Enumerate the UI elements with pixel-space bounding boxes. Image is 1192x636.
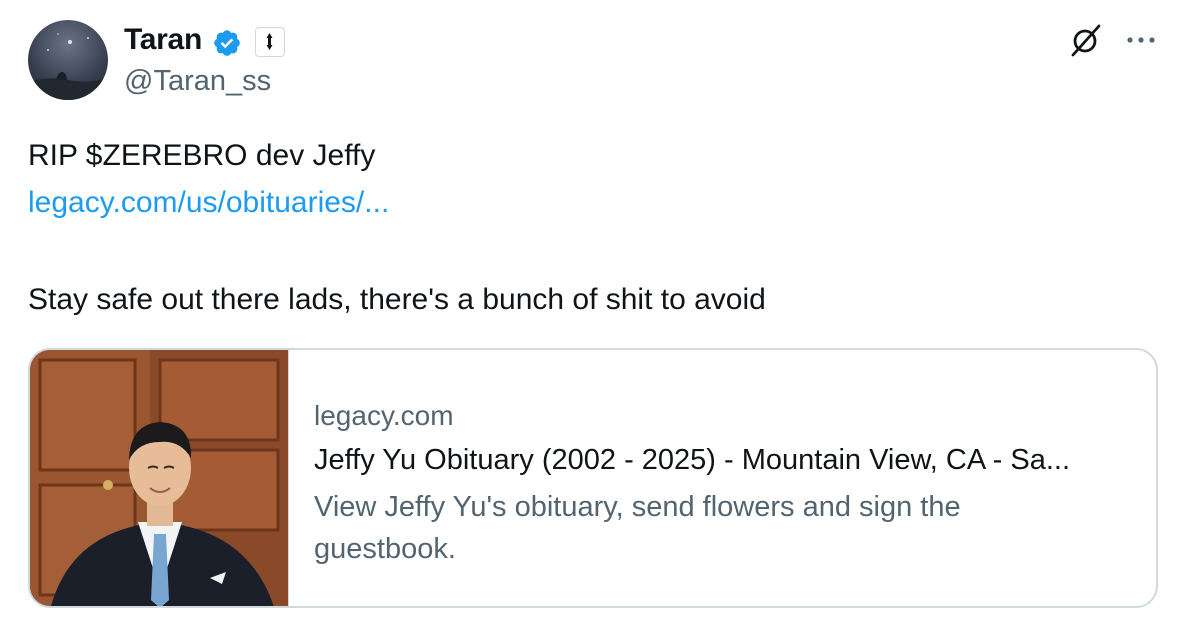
affiliate-badge-icon[interactable] xyxy=(255,27,285,57)
display-name[interactable]: Taran xyxy=(124,22,202,58)
affiliate-logo-icon xyxy=(266,33,273,50)
card-title: Jeffy Yu Obituary (2002 - 2025) - Mounta… xyxy=(314,444,1071,476)
grok-icon[interactable] xyxy=(1068,22,1104,58)
tweet-text-line: Stay safe out there lads, there's a bunc… xyxy=(28,283,766,316)
portrait-image xyxy=(30,350,288,606)
avatar-night-sky-image xyxy=(28,20,108,100)
verified-badge-icon xyxy=(214,30,240,56)
tweet-link[interactable]: legacy.com/us/obituaries/... xyxy=(28,185,389,221)
link-preview-card[interactable]: legacy.com Jeffy Yu Obituary (2002 - 202… xyxy=(28,348,1158,608)
more-icon[interactable] xyxy=(1124,30,1158,50)
card-thumbnail xyxy=(30,350,289,606)
tweet-text-line: RIP $ZEREBRO dev Jeffy xyxy=(28,139,376,172)
card-description: View Jeffy Yu's obituary, send flowers a… xyxy=(314,491,961,565)
author-handle[interactable]: @Taran_ss xyxy=(124,64,271,98)
card-domain: legacy.com xyxy=(314,400,454,431)
avatar[interactable] xyxy=(28,20,108,100)
